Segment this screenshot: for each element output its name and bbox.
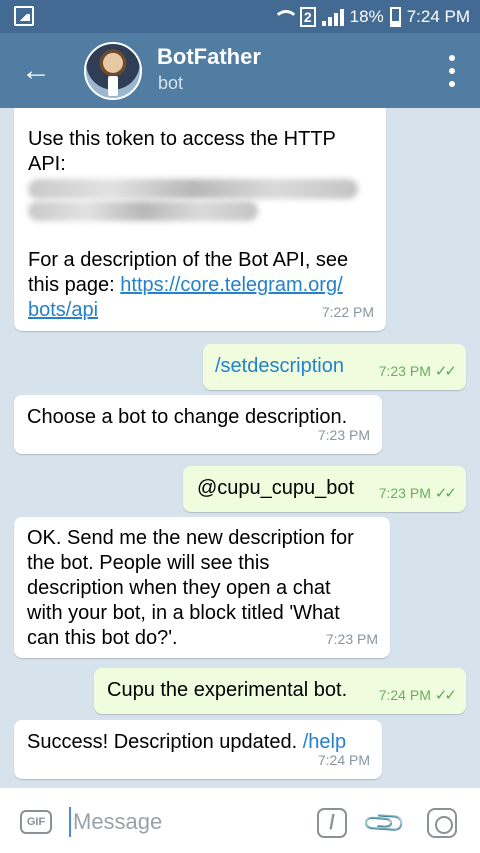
redacted-token [28,179,358,199]
compose-bar: GIF / 📎 [0,787,480,853]
message-incoming[interactable]: OK. Send me the new description for the … [14,517,390,658]
message-outgoing[interactable]: /setdescription 7:23 PM ✓✓ [203,344,466,390]
attach-icon[interactable]: 📎 [359,798,410,849]
message-outgoing[interactable]: @cupu_cupu_bot 7:23 PM ✓✓ [183,466,466,512]
message-time: 7:24 PM [317,752,370,768]
status-time: 7:24 PM [406,6,470,26]
link-bot-api[interactable]: https://core.telegram.org/ [120,274,342,296]
chat-subtitle: bot [158,73,184,93]
message-incoming[interactable]: Choose a bot to change description. 7:23… [14,395,382,454]
message-incoming[interactable]: Use this token to access the HTTP API: F… [14,108,386,331]
signal-icon [321,8,344,26]
message-text: Choose a bot to change description. [27,406,348,428]
message-time: 7:22 PM [321,304,374,320]
bot-command-button[interactable]: / [314,805,350,841]
back-arrow-icon[interactable]: ← [18,53,54,89]
wifi-icon [272,8,299,26]
chat-title[interactable]: BotFather [157,44,261,70]
read-check-icon: ✓✓ [434,363,457,380]
message-time: 7:23 PM [317,427,370,443]
battery-icon [389,6,401,27]
message-text: Success! Description updated. /help [27,731,347,753]
link-bot-api-cont[interactable]: bots/api [28,299,98,321]
read-check-icon: ✓✓ [434,485,457,502]
message-text: /setdescription [215,355,344,377]
message-time: 7:24 PM ✓✓ [378,687,457,704]
camera-icon [427,808,457,838]
avatar[interactable] [84,42,142,100]
message-incoming[interactable]: Success! Description updated. /help 7:24… [14,720,382,779]
battery-percent: 18% [349,6,384,26]
read-check-icon: ✓✓ [434,687,457,704]
message-input[interactable] [73,806,273,838]
status-bar: 2 18% 7:24 PM [0,0,480,33]
message-outgoing[interactable]: Cupu the experimental bot. 7:24 PM ✓✓ [94,668,466,714]
status-indicators: 2 18% 7:24 PM [272,0,470,33]
gif-button[interactable]: GIF [20,810,52,834]
text-cursor [69,807,71,837]
more-vert-icon[interactable] [442,55,462,87]
message-text: @cupu_cupu_bot [197,477,355,499]
gallery-icon [14,6,34,26]
message-text: Cupu the experimental bot. [107,679,348,701]
message-time: 7:23 PM ✓✓ [378,485,457,502]
chat-header: ← BotFather bot [0,33,480,108]
message-text: Use this token to access the HTTP API: F… [28,127,372,323]
camera-button[interactable] [424,805,460,841]
redacted-token [28,201,258,221]
message-list[interactable]: Use this token to access the HTTP API: F… [0,108,480,787]
slash-icon: / [317,808,347,838]
message-time: 7:23 PM [325,631,378,647]
sim-badge: 2 [299,6,316,27]
message-time: 7:23 PM ✓✓ [378,363,457,380]
